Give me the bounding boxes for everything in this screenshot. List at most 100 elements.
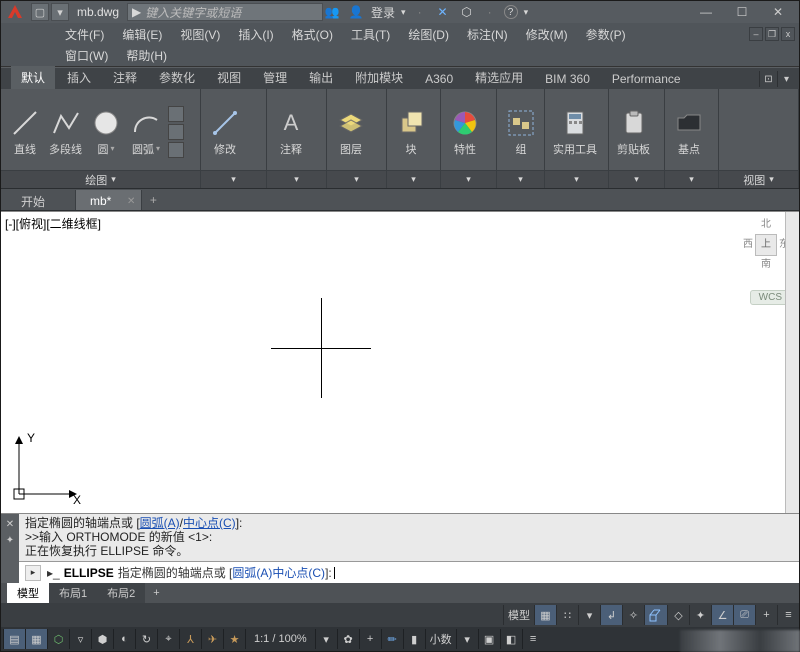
layout-tab-1[interactable]: 布局1 — [49, 583, 97, 603]
viewcube[interactable]: 北 西 上 东 南 — [743, 218, 789, 272]
panel-title-clipboard[interactable]: ▾ — [609, 170, 664, 188]
menu-window[interactable]: 窗口(W) — [57, 45, 116, 66]
layout-tab-2[interactable]: 布局2 — [97, 583, 145, 603]
dropdown-arrow-icon[interactable]: ▾ — [401, 7, 406, 18]
menu-tools[interactable]: 工具(T) — [343, 24, 398, 45]
steering-icon[interactable]: ★ — [223, 629, 245, 649]
polar-tracking-icon[interactable]: ✧ — [622, 605, 644, 625]
tab-manage[interactable]: 管理 — [253, 66, 297, 89]
menu-modify[interactable]: 修改(M) — [518, 24, 576, 45]
tool-properties[interactable]: 特性 — [445, 105, 485, 159]
ortho-mode-icon[interactable]: ↲ — [600, 605, 622, 625]
user-icon[interactable]: 👤 — [347, 3, 365, 21]
ribbon-focus-icon[interactable]: ⊡ — [759, 71, 777, 87]
viewport-label[interactable]: [-][俯视][二维线框] — [5, 215, 101, 232]
file-tab-start[interactable]: 开始 — [7, 190, 76, 210]
command-history[interactable]: 指定椭圆的轴端点或 [圆弧(A)/中心点(C)]: >>输入 ORTHOMODE… — [19, 514, 799, 561]
tool-line[interactable]: 直线 — [5, 105, 45, 159]
menu-file[interactable]: 文件(F) — [57, 24, 112, 45]
tool-clipboard[interactable]: 剪贴板 — [613, 105, 654, 159]
tab-parametric[interactable]: 参数化 — [149, 66, 205, 89]
close-button[interactable]: ✕ — [761, 3, 795, 21]
mini-tool-ellipse-icon[interactable] — [168, 142, 184, 158]
panel-title-group[interactable]: ▾ — [497, 170, 544, 188]
tool-base[interactable]: 基点 — [669, 105, 709, 159]
nav-icon[interactable]: ⌖ — [157, 629, 179, 649]
3d-cube-icon[interactable]: ⬢ — [91, 629, 113, 649]
grid-display-icon[interactable]: ▦ — [534, 605, 556, 625]
menu-help[interactable]: 帮助(H) — [118, 45, 175, 66]
tool-polyline[interactable]: 多段线 — [45, 105, 86, 159]
settings-gear-icon[interactable]: ✿ — [337, 629, 359, 649]
file-tab-document[interactable]: mb*✕ — [76, 190, 142, 210]
add-scale-icon[interactable]: + — [359, 629, 381, 649]
tool-circle[interactable]: 圆▾ — [86, 105, 126, 159]
panel-title-utilities[interactable]: ▾ — [545, 170, 608, 188]
tool-group[interactable]: 组 — [501, 105, 541, 159]
tab-annotate[interactable]: 注释 — [103, 66, 147, 89]
otrack-icon[interactable]: ∠ — [711, 605, 733, 625]
hardware-accel-icon[interactable]: ◧ — [500, 629, 522, 649]
tab-default[interactable]: 默认 — [11, 66, 55, 89]
new-tab-button[interactable]: + — [142, 190, 164, 210]
annotation-icon[interactable]: ✏ — [381, 629, 403, 649]
tool-utilities[interactable]: 实用工具 — [549, 105, 601, 159]
customization-icon[interactable]: ≡ — [522, 629, 544, 649]
tab-insert[interactable]: 插入 — [57, 66, 101, 89]
command-history-icon[interactable]: ▸ — [25, 565, 41, 581]
quick-properties-icon[interactable]: ▤ — [3, 629, 25, 649]
command-input[interactable]: ▸ ▸_ ELLIPSE 指定椭圆的轴端点或 [圆弧(A) 中心点(C)]: — [19, 561, 799, 583]
osnap-icon[interactable]: ◇ — [667, 605, 689, 625]
option-center[interactable]: 中心点(C) — [272, 564, 325, 581]
open-file-icon[interactable]: ▾ — [51, 3, 69, 21]
option-arc[interactable]: 圆弧(A) — [140, 516, 180, 530]
tab-view[interactable]: 视图 — [207, 66, 251, 89]
menu-view[interactable]: 视图(V) — [172, 24, 228, 45]
tool-layer[interactable]: 图层 — [331, 105, 371, 159]
mdi-restore-button[interactable]: ❐ — [765, 27, 779, 41]
option-center[interactable]: 中心点(C) — [183, 516, 236, 530]
tool-modify[interactable]: 修改 — [205, 105, 245, 159]
zoom-dropdown-icon[interactable]: ▾ — [315, 629, 337, 649]
cmd-close-icon[interactable]: ✕ — [4, 518, 16, 530]
menu-format[interactable]: 格式(O) — [284, 24, 341, 45]
isoplane-icon[interactable] — [644, 605, 667, 625]
mini-tool-hatch-icon[interactable] — [168, 124, 184, 140]
maximize-button[interactable]: ☐ — [725, 3, 759, 21]
units-label[interactable]: 小数 — [425, 629, 456, 649]
zoom-scale[interactable]: 1:1 / 100% — [245, 629, 315, 649]
new-file-icon[interactable]: ▢ — [31, 3, 49, 21]
tool-annotate[interactable]: A 注释 — [271, 105, 311, 159]
tab-bim360[interactable]: BIM 360 — [535, 69, 600, 89]
selection-cycling-icon[interactable]: ▦ — [25, 629, 47, 649]
cycle-icon[interactable]: ↻ — [135, 629, 157, 649]
app-logo-icon[interactable] — [5, 2, 25, 22]
dynamic-ucs-icon[interactable]: ⎚ — [733, 605, 755, 625]
filter-icon[interactable]: ▿ — [69, 629, 91, 649]
workspace-icon[interactable]: ▣ — [478, 629, 500, 649]
menu-edit[interactable]: 编辑(E) — [114, 24, 170, 45]
people-icon[interactable]: 👥 — [323, 3, 341, 21]
tab-performance[interactable]: Performance — [602, 69, 691, 89]
tab-a360[interactable]: A360 — [415, 69, 463, 89]
dropdown-arrow-icon[interactable]: ▾ — [524, 7, 529, 18]
option-arc[interactable]: 圆弧(A) — [232, 564, 272, 581]
tab-output[interactable]: 输出 — [299, 66, 343, 89]
help-icon[interactable]: ? — [504, 5, 518, 19]
help-search-box[interactable]: ▶ 键入关键字或短语 — [127, 3, 323, 21]
lineweight-icon[interactable]: ≡ — [777, 605, 799, 625]
gizmo-icon[interactable]: ⬡ — [47, 629, 69, 649]
tab-featured[interactable]: 精选应用 — [465, 66, 533, 89]
units-dropdown-icon[interactable]: ▾ — [456, 629, 478, 649]
minimize-button[interactable]: — — [689, 3, 723, 21]
snap-mode-icon[interactable]: ∷ — [556, 605, 578, 625]
mdi-close-button[interactable]: x — [781, 27, 795, 41]
dynamic-input-icon[interactable]: + — [755, 605, 777, 625]
ribbon-minimize-icon[interactable]: ▾ — [777, 71, 795, 87]
panel-title-annotate[interactable]: ▾ — [267, 170, 326, 188]
infer-constraints-icon[interactable]: ▾ — [578, 605, 600, 625]
panel-title-draw[interactable]: 绘图▾ — [1, 170, 200, 188]
tool-block[interactable]: 块 — [391, 105, 431, 159]
panel-title-layer[interactable]: ▾ — [327, 170, 386, 188]
tool-arc[interactable]: 圆弧▾ — [126, 105, 166, 159]
